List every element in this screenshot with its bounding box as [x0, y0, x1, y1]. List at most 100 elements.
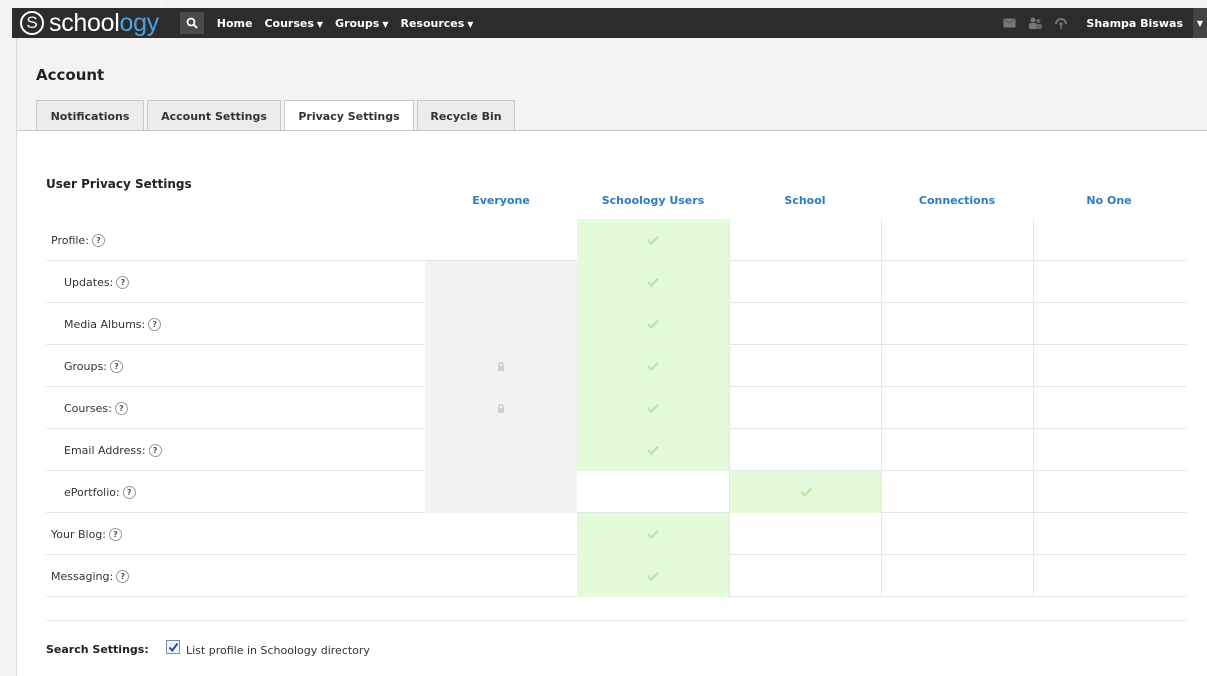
privacy-option-no-one[interactable] — [1033, 513, 1185, 555]
privacy-option-school[interactable] — [729, 471, 881, 513]
messages-icon[interactable] — [1002, 16, 1016, 30]
privacy-row-label: Media Albums:? — [64, 303, 162, 345]
privacy-option-no-one[interactable] — [1033, 387, 1185, 429]
privacy-row-your-blog: Your Blog:? — [46, 513, 1187, 555]
privacy-row-email-address: Email Address:? — [46, 429, 1187, 471]
user-menu-name[interactable]: Shampa Biswas — [1086, 17, 1183, 30]
column-header-school: School — [784, 194, 826, 207]
lock-icon — [498, 403, 504, 413]
privacy-option-schoology-users[interactable] — [577, 471, 729, 513]
privacy-option-connections[interactable] — [881, 303, 1033, 345]
row-label-text: Email Address: — [64, 443, 146, 457]
privacy-option-school[interactable] — [729, 513, 881, 555]
privacy-option-everyone[interactable] — [425, 219, 577, 261]
privacy-row-label: Messaging:? — [51, 555, 130, 597]
account-header: Account Notifications Account Settings Pri… — [17, 38, 1207, 132]
help-icon[interactable]: ? — [109, 359, 123, 373]
help-icon[interactable]: ? — [148, 443, 162, 457]
top-navigation-bar: S schoology® Home Courses ▼ Groups ▼ Resource… — [12, 1, 1207, 38]
notifications-icon[interactable] — [1054, 16, 1068, 30]
tab-privacy-settings[interactable]: Privacy Settings — [284, 100, 414, 132]
privacy-option-connections[interactable] — [881, 261, 1033, 303]
checkmark-icon — [168, 642, 178, 652]
privacy-row-groups: Groups:? — [46, 345, 1187, 387]
privacy-option-school[interactable] — [729, 261, 881, 303]
privacy-option-schoology-users[interactable] — [577, 513, 729, 555]
privacy-row-label: Email Address:? — [64, 429, 162, 471]
privacy-option-no-one[interactable] — [1033, 555, 1185, 597]
privacy-option-connections[interactable] — [881, 471, 1033, 513]
nav-item-groups[interactable]: Groups ▼ — [329, 17, 394, 30]
privacy-option-school[interactable] — [729, 219, 881, 261]
privacy-option-school[interactable] — [729, 555, 881, 597]
nav-item-label: Courses — [264, 16, 314, 30]
row-label-text: Media Albums: — [64, 317, 146, 331]
main-nav: Home Courses ▼ Groups ▼ Resources ▼ — [211, 17, 480, 30]
privacy-option-schoology-users[interactable] — [577, 387, 729, 429]
tab-account-settings[interactable]: Account Settings — [147, 100, 281, 131]
privacy-option-connections[interactable] — [881, 345, 1033, 387]
privacy-option-everyone[interactable] — [425, 555, 577, 597]
checkmark-icon — [647, 277, 659, 287]
help-icon[interactable]: ? — [109, 527, 122, 541]
logo-text-accent: ogy — [119, 8, 159, 37]
help-icon[interactable]: ? — [148, 317, 162, 331]
privacy-option-schoology-users[interactable] — [577, 303, 729, 345]
privacy-option-connections[interactable] — [881, 555, 1033, 597]
help-icon[interactable]: ? — [116, 275, 130, 289]
list-profile-checkbox[interactable] — [166, 640, 180, 654]
chevron-down-icon: ▼ — [1196, 18, 1204, 28]
privacy-option-school[interactable] — [729, 387, 881, 429]
help-icon[interactable]: ? — [116, 569, 130, 583]
privacy-option-no-one[interactable] — [1033, 471, 1185, 513]
row-label-text: Your Blog: — [51, 527, 106, 541]
privacy-option-everyone — [425, 429, 577, 471]
privacy-option-schoology-users[interactable] — [577, 261, 729, 303]
privacy-option-no-one[interactable] — [1033, 345, 1185, 387]
column-header-no-one: No One — [1086, 194, 1132, 207]
tab-notifications[interactable]: Notifications — [36, 100, 144, 131]
privacy-option-school[interactable] — [729, 303, 881, 345]
privacy-option-connections[interactable] — [881, 387, 1033, 429]
nav-item-resources[interactable]: Resources ▼ — [394, 17, 479, 30]
privacy-option-schoology-users[interactable] — [577, 429, 729, 471]
privacy-option-everyone — [425, 345, 577, 387]
privacy-option-no-one[interactable] — [1033, 303, 1185, 345]
nav-item-home[interactable]: Home — [211, 17, 259, 30]
checkmark-icon — [647, 403, 659, 413]
help-icon[interactable]: ? — [114, 401, 128, 415]
nav-item-courses[interactable]: Courses ▼ — [258, 17, 329, 30]
checkmark-icon — [647, 235, 659, 245]
privacy-settings-panel: User Privacy Settings Everyone Schoology … — [17, 130, 1207, 676]
help-icon[interactable]: ? — [91, 233, 105, 247]
row-label-text: Updates: — [64, 275, 114, 289]
privacy-option-everyone — [425, 261, 577, 303]
column-header-schoology-users: Schoology Users — [601, 194, 705, 207]
list-profile-label[interactable]: List profile in Schoology directory — [186, 644, 370, 657]
schoology-logo[interactable]: S schoology® — [20, 1, 165, 38]
privacy-option-schoology-users[interactable] — [577, 555, 729, 597]
privacy-option-no-one[interactable] — [1033, 429, 1185, 471]
privacy-option-no-one[interactable] — [1033, 261, 1185, 303]
privacy-option-connections[interactable] — [881, 219, 1033, 261]
tab-recycle-bin[interactable]: Recycle Bin — [417, 100, 515, 131]
privacy-option-schoology-users[interactable] — [577, 345, 729, 387]
privacy-row-label: Your Blog:? — [51, 513, 122, 555]
privacy-option-schoology-users[interactable] — [577, 219, 729, 261]
help-icon[interactable]: ? — [122, 485, 136, 499]
search-button[interactable] — [179, 12, 204, 34]
privacy-row-label: Groups:? — [64, 345, 123, 387]
requests-icon[interactable] — [1028, 16, 1043, 30]
user-menu-dropdown[interactable]: ▼ — [1193, 8, 1207, 38]
privacy-option-connections[interactable] — [881, 513, 1033, 555]
search-icon — [186, 17, 198, 29]
privacy-option-school[interactable] — [729, 345, 881, 387]
privacy-option-everyone[interactable] — [425, 513, 577, 555]
privacy-option-connections[interactable] — [881, 429, 1033, 471]
privacy-option-no-one[interactable] — [1033, 219, 1185, 261]
privacy-option-everyone — [425, 303, 577, 345]
privacy-option-school[interactable] — [729, 429, 881, 471]
privacy-grid: Profile:? Updates:? Media Albums:? Groups:?… — [46, 219, 1187, 597]
divider — [46, 620, 1187, 621]
checkmark-icon — [799, 487, 812, 497]
